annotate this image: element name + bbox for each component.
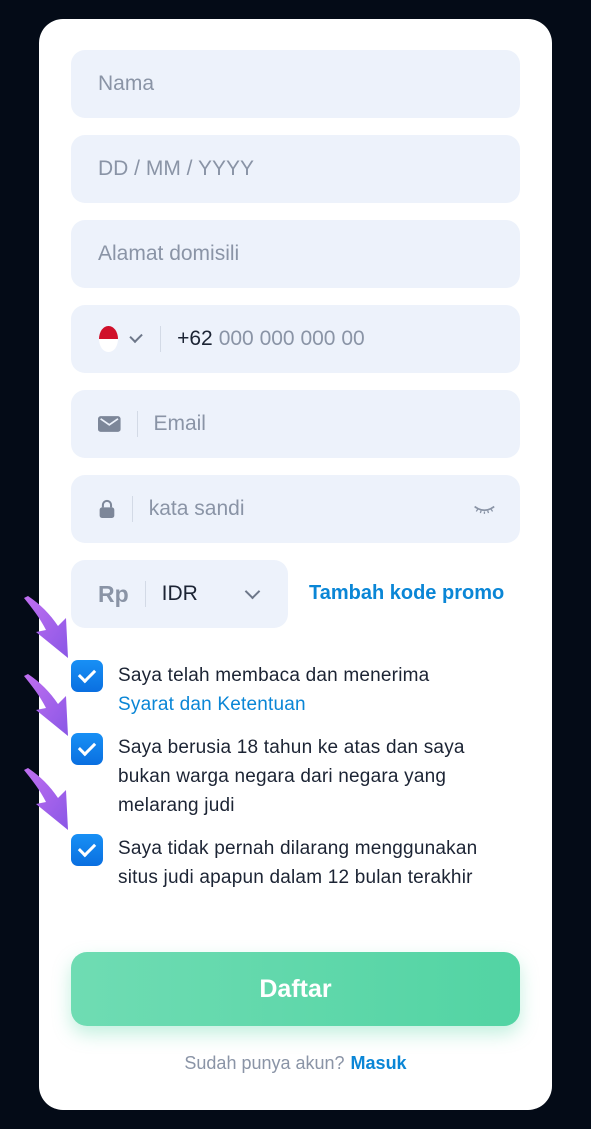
terms-text: Saya telah membaca dan menerima Syarat d… [118,661,498,719]
register-button[interactable]: Daftar [71,952,520,1026]
login-link[interactable]: Masuk [351,1053,407,1073]
name-input[interactable] [98,72,520,96]
indonesia-flag-icon[interactable] [99,326,118,352]
pointer-arrow-icon [24,674,68,736]
no-ban-checkbox[interactable] [71,834,103,866]
divider [136,411,138,437]
currency-code: IDR [161,582,198,605]
dob-field[interactable] [71,135,520,203]
terms-link[interactable]: Syarat dan Ketentuan [118,694,306,715]
currency-select[interactable]: Rp IDR [71,560,288,628]
divider [144,581,146,607]
phone-prefix: +62 [177,327,213,350]
age-text: Saya berusia 18 tahun ke atas dan saya b… [118,737,465,816]
add-promo-code-link[interactable]: Tambah kode promo [309,582,504,605]
divider [131,496,133,522]
pointer-arrow-icon [24,596,68,658]
login-question: Sudah punya akun? [184,1053,345,1073]
no-ban-text: Saya tidak pernah dilarang menggunakan s… [118,838,478,888]
address-input[interactable] [98,242,520,266]
divider [160,326,162,352]
dob-input[interactable] [98,157,520,181]
phone-input[interactable] [218,327,520,351]
chevron-down-icon[interactable] [244,583,261,599]
chevron-down-icon[interactable] [129,329,144,343]
password-input[interactable] [148,497,474,521]
pointer-arrow-icon [24,768,68,830]
currency-symbol: Rp [98,580,129,607]
registration-card: +62 Rp IDR Tambah kode promo Saya telah … [39,19,552,1110]
mail-icon [98,416,121,432]
address-field[interactable] [71,220,520,288]
phone-field[interactable]: +62 [71,305,520,373]
check-icon [77,664,97,684]
check-icon [77,737,97,757]
name-field[interactable] [71,50,520,118]
login-prompt: Sudah punya akun? Masuk [39,1053,552,1074]
eye-closed-icon[interactable] [473,502,496,516]
email-input[interactable] [153,412,520,436]
email-field[interactable] [71,390,520,458]
lock-icon [99,499,115,518]
check-icon [77,838,97,858]
password-field[interactable] [71,475,520,543]
terms-label: Saya telah membaca dan menerima [118,665,430,686]
